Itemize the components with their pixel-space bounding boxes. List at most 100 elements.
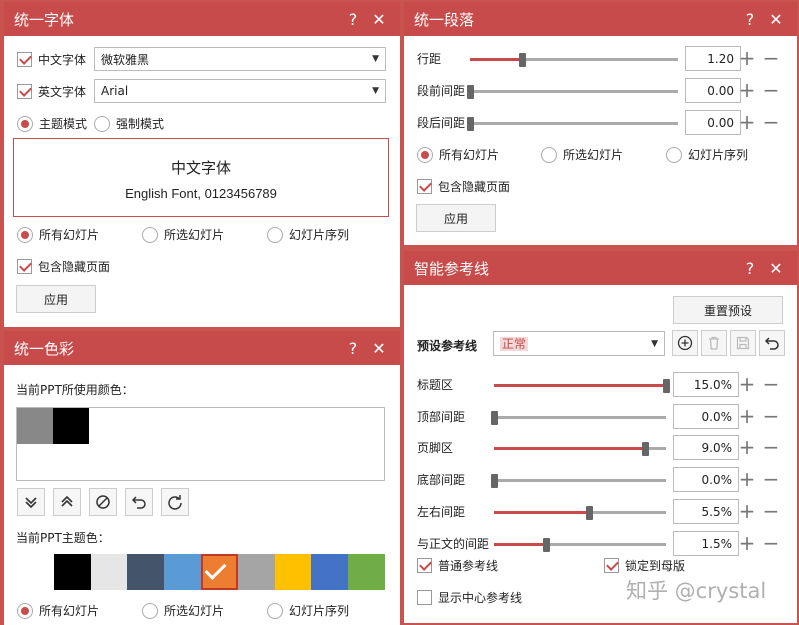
guide-row-input[interactable]: 0.0% [673, 467, 739, 492]
theme-color-swatch[interactable] [274, 554, 312, 590]
plus-icon[interactable]: + [738, 80, 756, 100]
mode-theme-radio[interactable] [17, 115, 33, 132]
slider-handle[interactable] [585, 506, 593, 520]
theme-color-swatch[interactable] [311, 554, 349, 590]
font-scope-selected-radio[interactable] [142, 226, 158, 243]
plus-icon[interactable]: + [738, 533, 756, 553]
lock-master-checkbox[interactable] [604, 558, 619, 573]
font-include-hidden[interactable]: 包含隐藏页面 [17, 258, 110, 275]
normal-guides-checkbox[interactable] [417, 558, 432, 573]
center-guides-option[interactable]: 显示中心参考线 [417, 589, 522, 606]
lock-master-option[interactable]: 锁定到母版 [604, 557, 685, 574]
guide-row-slider[interactable] [491, 474, 666, 488]
guide-row-slider[interactable] [494, 442, 666, 456]
minus-icon[interactable]: − [762, 437, 780, 457]
minus-icon[interactable]: − [762, 112, 780, 132]
refresh-icon[interactable] [161, 488, 189, 516]
cn-font-checkbox[interactable] [17, 52, 32, 67]
guide-row-input[interactable]: 15.0% [673, 372, 739, 397]
para-include-hidden[interactable]: 包含隐藏页面 [417, 178, 510, 195]
used-color-swatch[interactable] [53, 408, 89, 444]
theme-color-swatch[interactable] [201, 554, 238, 590]
save-icon[interactable] [730, 330, 756, 356]
theme-color-swatch[interactable] [127, 554, 165, 590]
theme-color-swatch[interactable] [90, 554, 128, 590]
close-icon[interactable]: ✕ [366, 339, 392, 358]
color-scope-selected[interactable]: 所选幻灯片 [142, 602, 224, 619]
slider-handle[interactable] [491, 474, 498, 488]
en-font-select[interactable]: Arial ▼ [94, 79, 386, 103]
move-down-icon[interactable] [17, 488, 45, 516]
font-scope-sequence-radio[interactable] [267, 226, 283, 243]
plus-icon[interactable]: + [738, 437, 756, 457]
theme-color-swatch[interactable] [17, 554, 54, 590]
theme-color-swatch[interactable] [237, 554, 275, 590]
help-icon[interactable]: ? [737, 10, 763, 29]
close-icon[interactable]: ✕ [763, 259, 789, 278]
theme-color-swatch[interactable] [164, 554, 201, 590]
color-scope-selected-radio[interactable] [142, 602, 158, 619]
guide-row-slider[interactable] [494, 506, 666, 520]
close-icon[interactable]: ✕ [763, 10, 789, 29]
font-scope-selected[interactable]: 所选幻灯片 [142, 226, 224, 243]
para-scope-all[interactable]: 所有幻灯片 [417, 146, 499, 163]
color-scope-all-radio[interactable] [17, 602, 33, 619]
minus-icon[interactable]: − [762, 533, 780, 553]
used-color-swatch[interactable] [17, 408, 53, 444]
slider-handle[interactable] [519, 53, 526, 67]
add-guide-icon[interactable] [672, 330, 698, 356]
move-up-icon[interactable] [53, 488, 81, 516]
plus-icon[interactable]: + [738, 112, 756, 132]
slider-handle[interactable] [491, 411, 498, 425]
para-apply-button[interactable]: 应用 [416, 204, 496, 232]
plus-icon[interactable]: + [738, 406, 756, 426]
help-icon[interactable]: ? [340, 339, 366, 358]
color-scope-sequence[interactable]: 幻灯片序列 [267, 602, 349, 619]
line-spacing-slider[interactable] [470, 53, 678, 67]
reset-preset-button[interactable]: 重置预设 [673, 296, 783, 324]
guide-row-input[interactable]: 5.5% [673, 499, 739, 524]
help-icon[interactable]: ? [737, 259, 763, 278]
theme-color-swatch[interactable] [348, 554, 385, 590]
center-guides-checkbox[interactable] [417, 590, 432, 605]
preset-select[interactable]: 正常 ▼ [493, 331, 665, 356]
space-after-slider[interactable] [467, 117, 678, 131]
para-scope-selected[interactable]: 所选幻灯片 [541, 146, 623, 163]
para-include-hidden-checkbox[interactable] [417, 179, 432, 194]
minus-icon[interactable]: − [762, 48, 780, 68]
font-apply-button[interactable]: 应用 [16, 285, 96, 313]
para-scope-sequence-radio[interactable] [666, 146, 682, 163]
font-scope-sequence[interactable]: 幻灯片序列 [267, 226, 349, 243]
minus-icon[interactable]: − [762, 501, 780, 521]
font-include-hidden-checkbox[interactable] [17, 259, 32, 274]
theme-color-swatch[interactable] [53, 554, 91, 590]
mode-theme-option[interactable]: 主题模式 [17, 115, 87, 132]
guide-row-input[interactable]: 0.0% [673, 404, 739, 429]
minus-icon[interactable]: − [762, 374, 780, 394]
guide-row-slider[interactable] [491, 411, 666, 425]
para-scope-selected-radio[interactable] [541, 146, 557, 163]
space-before-input[interactable]: 0.00 [685, 78, 741, 103]
slider-handle[interactable] [642, 442, 650, 456]
space-before-slider[interactable] [467, 85, 678, 99]
color-scope-sequence-radio[interactable] [267, 602, 283, 619]
slider-handle[interactable] [663, 379, 670, 393]
guide-row-input[interactable]: 1.5% [673, 531, 739, 556]
undo-icon[interactable] [125, 488, 153, 516]
para-scope-all-radio[interactable] [417, 146, 433, 163]
guide-row-slider[interactable] [494, 379, 670, 393]
line-spacing-input[interactable]: 1.20 [685, 46, 741, 71]
font-scope-all[interactable]: 所有幻灯片 [17, 226, 99, 243]
guide-row-slider[interactable] [494, 538, 666, 552]
en-font-checkbox[interactable] [17, 84, 32, 99]
mode-force-radio[interactable] [94, 115, 110, 132]
cn-font-select[interactable]: 微软雅黑 ▼ [94, 47, 386, 71]
undo-icon[interactable] [759, 330, 785, 356]
slider-handle[interactable] [542, 538, 550, 552]
minus-icon[interactable]: − [762, 469, 780, 489]
normal-guides-option[interactable]: 普通参考线 [417, 557, 498, 574]
close-icon[interactable]: ✕ [366, 10, 392, 29]
plus-icon[interactable]: + [738, 374, 756, 394]
plus-icon[interactable]: + [738, 501, 756, 521]
space-after-input[interactable]: 0.00 [685, 110, 741, 135]
